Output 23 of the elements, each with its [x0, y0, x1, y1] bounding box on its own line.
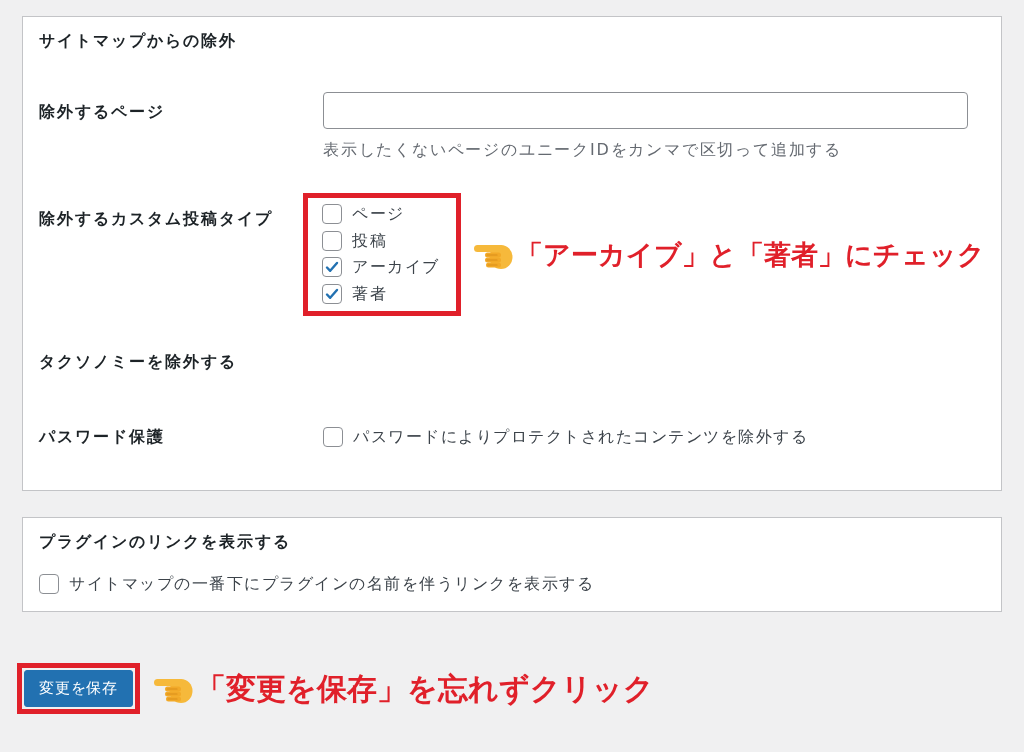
checkbox[interactable] — [323, 427, 343, 447]
checkbox[interactable] — [322, 257, 342, 278]
field-label: パスワード保護 — [39, 426, 166, 448]
checkbox-label: サイトマップの一番下にプラグインの名前を伴うリンクを表示する — [69, 573, 594, 595]
text-input[interactable] — [323, 92, 968, 129]
checkbox-label: 著者 — [352, 282, 387, 305]
save-button[interactable]: 変更を保存 — [24, 670, 133, 707]
checkbox-label: 投稿 — [352, 229, 387, 252]
checkbox-label: アーカイブ — [352, 256, 440, 278]
checkbox-label: パスワードによりプロテクトされたコンテンツを除外する — [353, 426, 808, 448]
section-title: サイトマップからの除外 — [39, 30, 238, 52]
checkbox-label: ページ — [352, 203, 405, 225]
checkbox[interactable] — [39, 574, 59, 594]
field-description: 表示したくないページのユニークIDをカンマで区切って追加する — [323, 139, 844, 161]
checkbox[interactable] — [322, 283, 342, 304]
field-label: 除外するページ — [39, 101, 166, 123]
annotation-text: 「アーカイブ」と「著者」にチェック — [515, 237, 985, 272]
checkbox[interactable] — [322, 230, 342, 251]
annotation-text: 「変更を保存」を忘れずクリック — [196, 670, 654, 707]
section-title: プラグインのリンクを表示する — [39, 531, 292, 553]
field-label: タクソノミーを除外する — [39, 351, 238, 373]
field-label: 除外するカスタム投稿タイプ — [39, 208, 274, 230]
checkbox[interactable] — [322, 204, 342, 225]
